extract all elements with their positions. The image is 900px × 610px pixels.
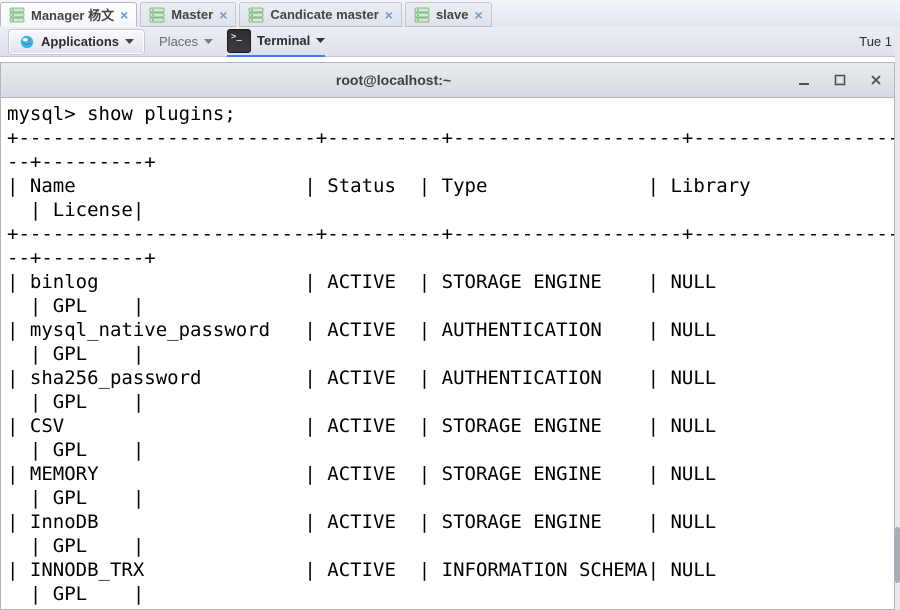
terminal-label: Terminal	[257, 33, 310, 48]
session-tab-2[interactable]: Candicate master ×	[239, 2, 402, 27]
close-icon[interactable]: ×	[120, 8, 128, 22]
applications-menu[interactable]: Applications	[8, 29, 145, 55]
close-icon[interactable]: ×	[385, 8, 393, 22]
session-tab-3[interactable]: slave ×	[405, 2, 492, 27]
session-tab-1[interactable]: Master ×	[140, 2, 236, 27]
chevron-down-icon	[125, 39, 134, 45]
window-titlebar[interactable]: root@localhost:~	[1, 63, 894, 98]
session-tab-0[interactable]: Manager 杨文 ×	[0, 2, 137, 27]
close-icon[interactable]: ×	[219, 8, 227, 22]
window-maximize-button[interactable]	[829, 69, 851, 91]
server-icon	[9, 7, 25, 23]
terminal-window: root@localhost:~ mysql> show plugins; +-…	[0, 62, 895, 610]
server-icon	[414, 7, 430, 23]
app-launcher-icon	[19, 34, 35, 50]
session-tab-label: Master	[171, 7, 213, 22]
session-tab-strip: Manager 杨文×Master×Candicate master×slave…	[0, 0, 900, 28]
window-title: root@localhost:~	[1, 72, 786, 88]
terminal-output[interactable]: mysql> show plugins; +------------------…	[1, 98, 894, 609]
scrollbar-thumb[interactable]	[895, 527, 900, 583]
applications-label: Applications	[41, 34, 119, 49]
chevron-down-icon	[204, 39, 213, 45]
server-icon	[248, 7, 264, 23]
page-scrollbar[interactable]	[895, 27, 900, 610]
places-label: Places	[159, 34, 198, 49]
session-tab-label: Candicate master	[270, 7, 378, 22]
server-icon	[149, 7, 165, 23]
window-close-button[interactable]	[865, 69, 887, 91]
gnome-menubar: Applications Places Terminal Tue 1	[0, 27, 900, 57]
chevron-down-icon	[316, 38, 325, 44]
close-icon[interactable]: ×	[475, 8, 483, 22]
clock[interactable]: Tue 1	[859, 34, 892, 49]
session-tab-label: slave	[436, 7, 469, 22]
window-minimize-button[interactable]	[793, 69, 815, 91]
places-menu[interactable]: Places	[159, 34, 213, 49]
terminal-launcher[interactable]: Terminal	[227, 27, 325, 57]
terminal-icon	[227, 29, 251, 53]
session-tab-label: Manager 杨文	[31, 5, 114, 24]
